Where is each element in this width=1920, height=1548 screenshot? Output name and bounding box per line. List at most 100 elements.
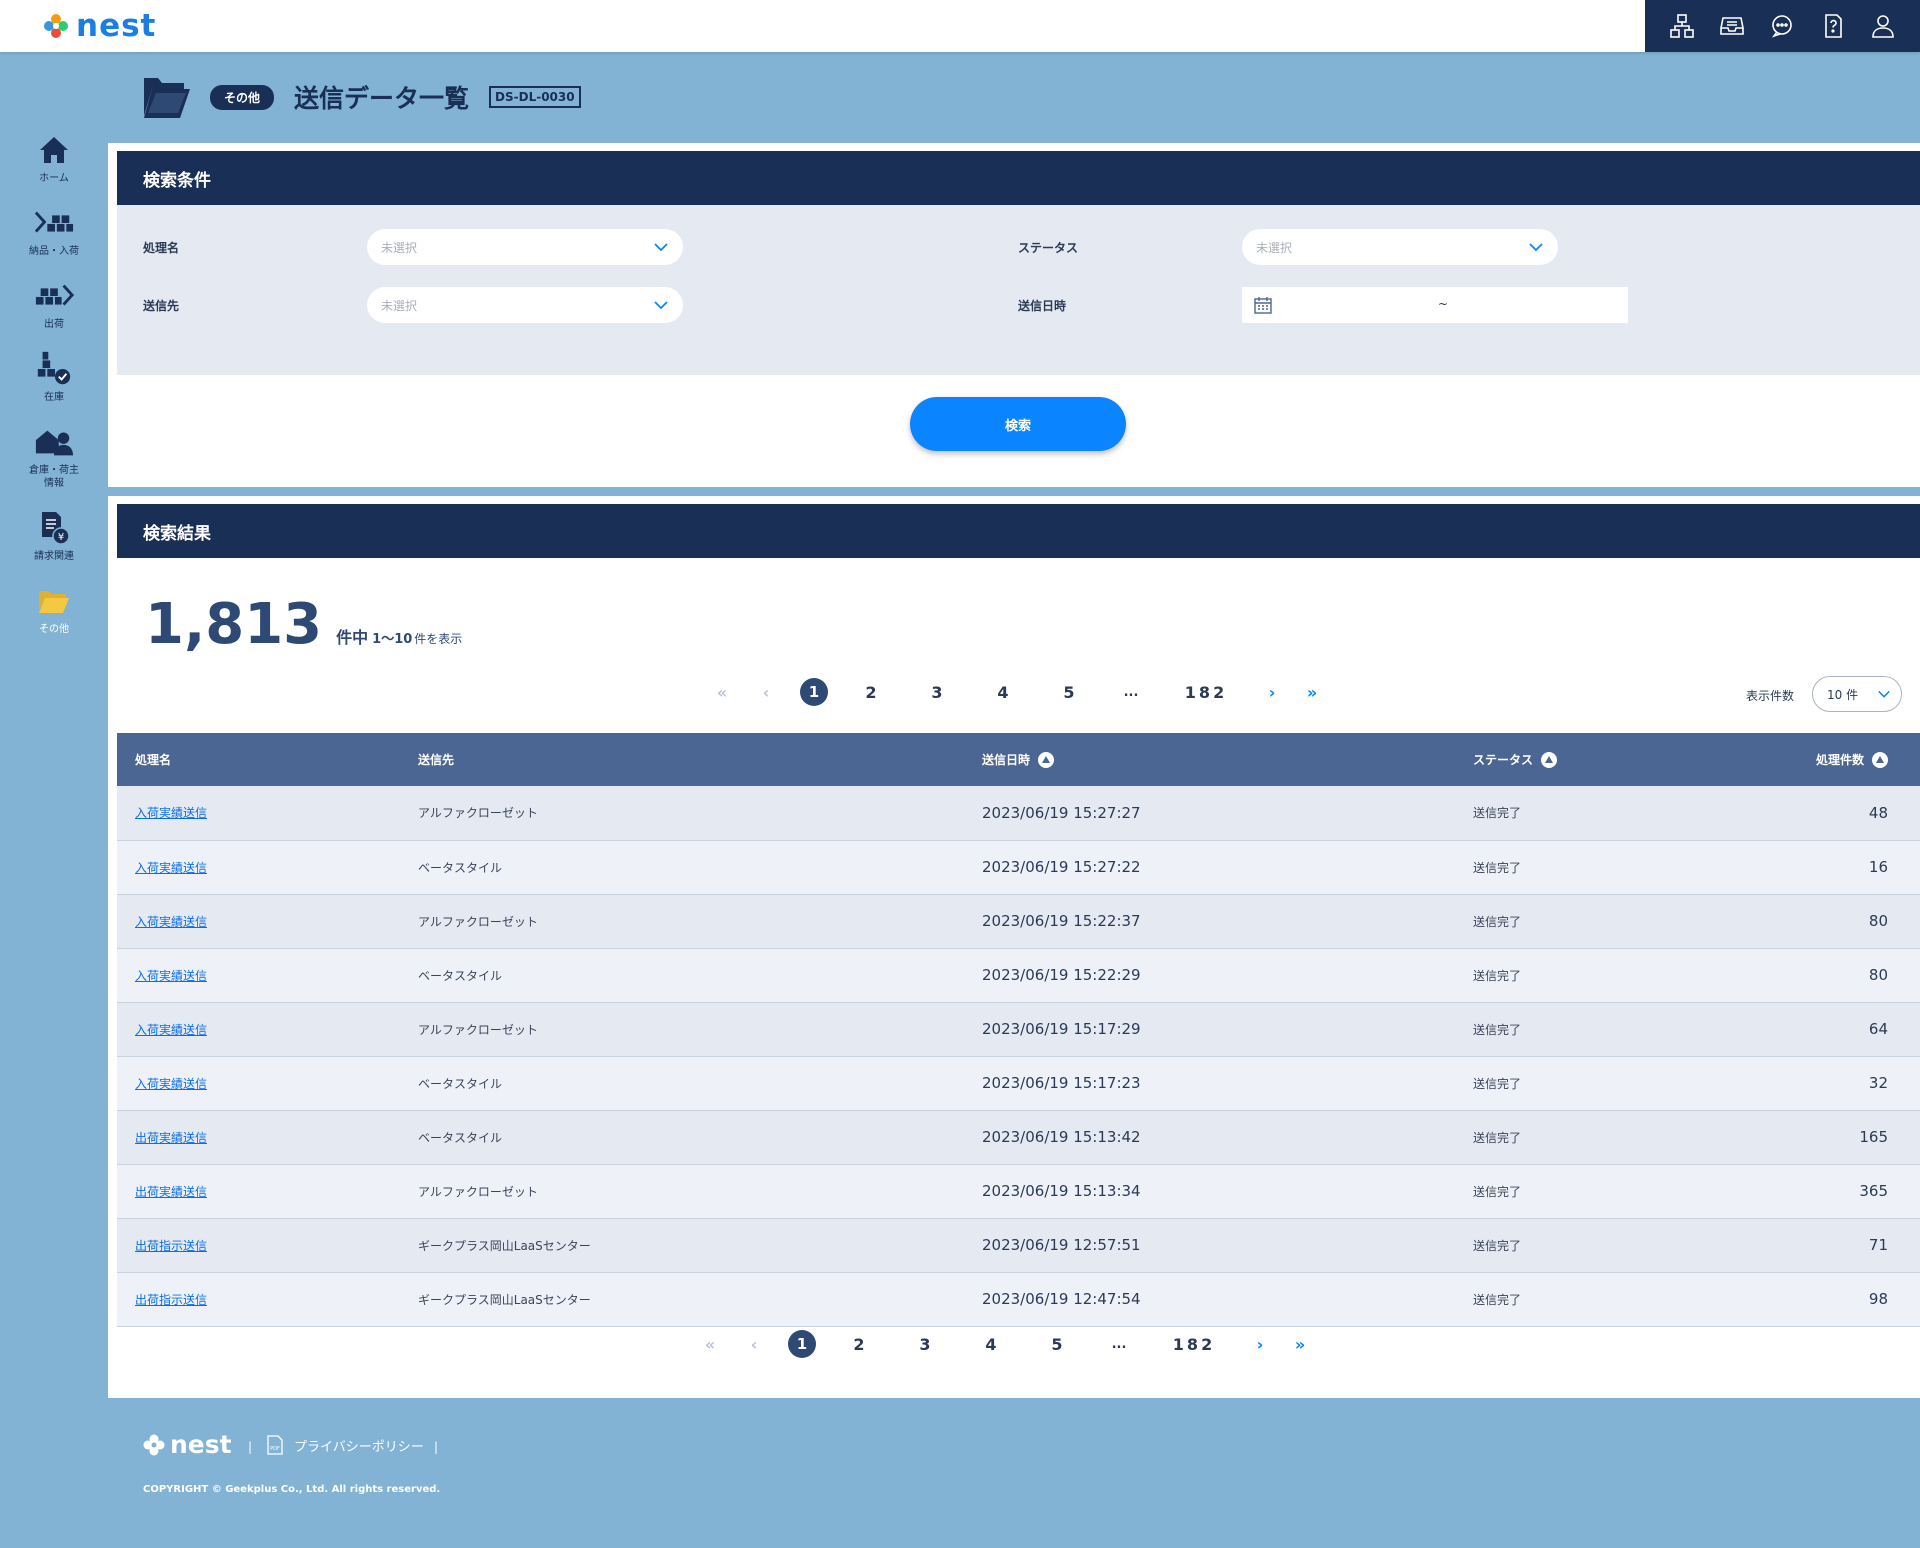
prev-page-icon[interactable]: ‹ bbox=[742, 683, 790, 702]
process-link[interactable]: 入荷実績送信 bbox=[135, 861, 207, 875]
inbound-icon bbox=[34, 203, 74, 243]
sidebar-item-label: 出荷 bbox=[44, 319, 64, 330]
last-page-icon[interactable]: » bbox=[1292, 683, 1332, 702]
per-page-label: 表示件数 bbox=[1746, 689, 1795, 703]
sort-asc-icon[interactable] bbox=[1038, 752, 1055, 769]
process-link[interactable]: 出荷実績送信 bbox=[135, 1185, 207, 1199]
dest-cell: ベータスタイル bbox=[400, 840, 964, 895]
nest-logo[interactable]: nest bbox=[42, 8, 156, 44]
next-page-icon[interactable]: › bbox=[1252, 683, 1292, 702]
folder-icon bbox=[34, 581, 74, 621]
inbox-icon[interactable] bbox=[1717, 11, 1747, 41]
status-cell: 送信完了 bbox=[1455, 1056, 1740, 1111]
sidebar-item-home[interactable]: ホーム bbox=[0, 130, 108, 185]
page-4[interactable]: 4 bbox=[958, 1335, 1024, 1354]
pdf-icon: PDF bbox=[267, 1435, 283, 1455]
count-cell: 165 bbox=[1740, 1110, 1920, 1165]
sidebar-item-stock[interactable]: 在庫 bbox=[0, 349, 108, 404]
table-row: 出荷実績送信 アルファクローゼット 2023/06/19 15:13:34 送信… bbox=[117, 1164, 1920, 1219]
chat-icon[interactable] bbox=[1767, 11, 1797, 41]
page-header: その他 送信データ一覧 DS-DL-0030 bbox=[142, 72, 581, 122]
process-link[interactable]: 入荷実績送信 bbox=[135, 1023, 207, 1037]
search-button[interactable]: 検索 bbox=[910, 397, 1126, 451]
top-icon-bar bbox=[1645, 0, 1920, 52]
last-page-icon[interactable]: » bbox=[1280, 1335, 1320, 1354]
datetime-cell: 2023/06/19 15:17:23 bbox=[964, 1056, 1455, 1111]
dest-select[interactable]: 未選択 bbox=[367, 287, 683, 323]
sitemap-icon[interactable] bbox=[1667, 11, 1697, 41]
page-5[interactable]: 5 bbox=[1024, 1335, 1090, 1354]
user-icon[interactable] bbox=[1868, 11, 1898, 41]
dest-cell: アルファクローゼット bbox=[400, 1002, 964, 1057]
help-icon[interactable] bbox=[1818, 11, 1848, 41]
sort-asc-icon[interactable] bbox=[1541, 752, 1558, 769]
copyright: COPYRIGHT © Geekplus Co., Ltd. All right… bbox=[143, 1484, 441, 1495]
status-select[interactable]: 未選択 bbox=[1242, 229, 1558, 265]
process-link[interactable]: 入荷実績送信 bbox=[135, 1077, 207, 1091]
sort-asc-icon[interactable] bbox=[1872, 752, 1888, 769]
count-cell: 64 bbox=[1740, 1002, 1920, 1057]
process-link[interactable]: 出荷指示送信 bbox=[135, 1293, 207, 1307]
page-2[interactable]: 2 bbox=[838, 683, 904, 702]
process-link[interactable]: 入荷実績送信 bbox=[135, 806, 207, 820]
display-range: 1～10 bbox=[372, 632, 413, 647]
chevron-down-icon bbox=[1878, 690, 1890, 698]
privacy-policy-label: プライバシーポリシー bbox=[294, 1439, 424, 1455]
process-link[interactable]: 入荷実績送信 bbox=[135, 915, 207, 929]
col-datetime-label: 送信日時 bbox=[982, 752, 1031, 767]
col-count-label: 処理件数 bbox=[1815, 752, 1864, 767]
count-cell: 32 bbox=[1740, 1056, 1920, 1111]
prev-page-icon[interactable]: ‹ bbox=[730, 1335, 778, 1354]
datetime-cell: 2023/06/19 15:22:29 bbox=[964, 948, 1455, 1003]
stock-icon bbox=[34, 349, 74, 389]
process-link[interactable]: 出荷実績送信 bbox=[135, 1131, 207, 1145]
dest-cell: ベータスタイル bbox=[400, 1110, 964, 1165]
page-5[interactable]: 5 bbox=[1036, 683, 1102, 702]
count-cell: 365 bbox=[1740, 1164, 1920, 1219]
table-row: 入荷実績送信 ベータスタイル 2023/06/19 15:27:22 送信完了 … bbox=[117, 840, 1920, 895]
page-1[interactable]: 1 bbox=[788, 1330, 816, 1358]
datetime-cell: 2023/06/19 15:27:27 bbox=[964, 786, 1455, 841]
process-select[interactable]: 未選択 bbox=[367, 229, 683, 265]
table-row: 入荷実績送信 アルファクローゼット 2023/06/19 15:22:37 送信… bbox=[117, 894, 1920, 949]
sidebar-item-billing[interactable]: ¥ 請求関連 bbox=[0, 508, 108, 563]
page-last[interactable]: 182 bbox=[1160, 683, 1252, 702]
page-2[interactable]: 2 bbox=[826, 1335, 892, 1354]
datetime-cell: 2023/06/19 15:13:42 bbox=[964, 1110, 1455, 1165]
per-page-select[interactable]: 10 件 bbox=[1812, 676, 1902, 712]
page-last[interactable]: 182 bbox=[1148, 1335, 1240, 1354]
page-3[interactable]: 3 bbox=[892, 1335, 958, 1354]
first-page-icon[interactable]: « bbox=[702, 683, 742, 702]
datetime-cell: 2023/06/19 15:13:34 bbox=[964, 1164, 1455, 1219]
process-link[interactable]: 出荷指示送信 bbox=[135, 1239, 207, 1253]
dest-cell: ベータスタイル bbox=[400, 948, 964, 1003]
page-title: 送信データ一覧 bbox=[294, 84, 470, 113]
sidebar-item-label: 在庫 bbox=[44, 392, 64, 403]
search-panel-heading: 検索条件 bbox=[117, 151, 1920, 205]
page-ellipsis: ... bbox=[1123, 684, 1139, 700]
col-datetime[interactable]: 送信日時 bbox=[964, 733, 1455, 786]
page-4[interactable]: 4 bbox=[970, 683, 1036, 702]
status-cell: 送信完了 bbox=[1455, 948, 1740, 1003]
footer-logo-text: nest bbox=[170, 1430, 232, 1459]
datetime-cell: 2023/06/19 15:22:37 bbox=[964, 894, 1455, 949]
sidebar-item-outbound[interactable]: 出荷 bbox=[0, 276, 108, 331]
nest-logo-icon bbox=[143, 1434, 165, 1455]
privacy-policy-link[interactable]: PDF プライバシーポリシー bbox=[266, 1435, 424, 1455]
total-unit: 件中 bbox=[336, 628, 369, 647]
nest-logo-icon bbox=[44, 14, 68, 38]
page-3[interactable]: 3 bbox=[904, 683, 970, 702]
page-1[interactable]: 1 bbox=[800, 678, 828, 706]
sidebar-item-label: 倉庫・荷主 情報 bbox=[29, 465, 79, 489]
sidebar-item-warehouse[interactable]: 倉庫・荷主 情報 bbox=[0, 422, 108, 490]
sidebar-item-inbound[interactable]: 納品・入荷 bbox=[0, 203, 108, 258]
process-link[interactable]: 入荷実績送信 bbox=[135, 969, 207, 983]
col-status[interactable]: ステータス bbox=[1455, 733, 1740, 786]
next-page-icon[interactable]: › bbox=[1240, 1335, 1280, 1354]
dest-cell: アルファクローゼット bbox=[400, 894, 964, 949]
first-page-icon[interactable]: « bbox=[690, 1335, 730, 1354]
datetime-range-input[interactable]: ~ bbox=[1242, 287, 1628, 323]
status-cell: 送信完了 bbox=[1455, 1110, 1740, 1165]
col-count[interactable]: 処理件数 bbox=[1740, 733, 1920, 786]
sidebar-item-other[interactable]: その他 bbox=[0, 581, 108, 636]
